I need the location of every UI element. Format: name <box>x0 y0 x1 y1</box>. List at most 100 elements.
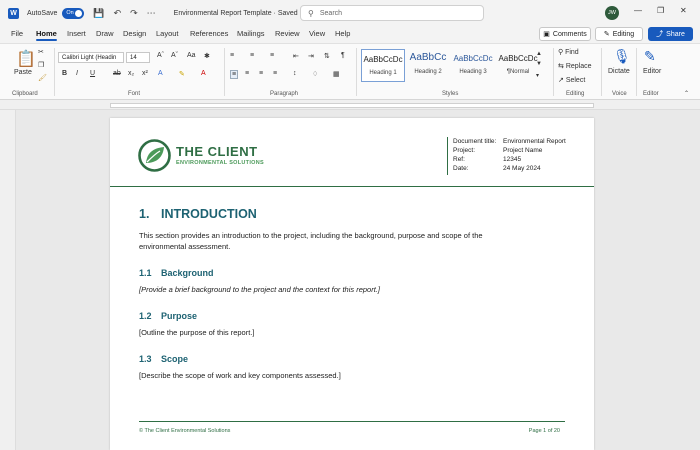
share-button[interactable]: ⤴ Share <box>648 27 693 41</box>
background-paragraph[interactable]: [Provide a brief background to the proje… <box>139 284 380 295</box>
search-input[interactable]: ⚲ Search <box>300 5 484 21</box>
justify-icon[interactable]: ≡ <box>273 70 277 77</box>
group-label-styles: Styles <box>442 91 459 97</box>
grow-font-icon[interactable]: Aˆ <box>157 52 164 59</box>
tab-help[interactable]: Help <box>335 29 350 38</box>
scope-paragraph[interactable]: [Describe the scope of work and key comp… <box>139 370 341 381</box>
shrink-font-icon[interactable]: Aˇ <box>171 52 178 59</box>
align-right-icon[interactable]: ≡ <box>259 70 263 77</box>
divider <box>636 48 637 96</box>
paste-icon[interactable]: 📋 <box>16 49 36 69</box>
borders-icon[interactable]: ▦ <box>333 70 340 78</box>
multilevel-list-icon[interactable]: ≡ <box>270 52 274 59</box>
tab-view[interactable]: View <box>309 29 325 38</box>
divider <box>224 48 225 96</box>
tab-mailings[interactable]: Mailings <box>237 29 265 38</box>
show-formatting-icon[interactable]: ¶ <box>341 52 345 59</box>
text-effects-icon[interactable]: A <box>158 70 163 77</box>
subscript-icon[interactable]: x₂ <box>128 70 134 77</box>
editing-mode-button[interactable]: ✎ Editing <box>595 27 643 41</box>
change-case-icon[interactable]: Aa <box>187 52 196 59</box>
font-size-select[interactable]: 14 <box>126 52 150 63</box>
select-button[interactable]: ↗ Select <box>558 76 585 84</box>
format-painter-icon[interactable]: 🖌 <box>38 74 47 82</box>
style-name: Heading 1 <box>369 70 397 76</box>
style-heading-1[interactable]: AaBbCcDc Heading 1 <box>361 49 405 82</box>
style-normal[interactable]: AaBbCcDc ¶Normal <box>496 49 540 82</box>
heading-purpose[interactable]: 1.2 Purpose <box>139 311 197 321</box>
editor-icon[interactable]: ✎ <box>644 48 656 65</box>
heading-background[interactable]: 1.1 Background <box>139 268 214 278</box>
find-button[interactable]: ⚲ Find <box>558 48 579 56</box>
editor-label[interactable]: Editor <box>643 68 661 75</box>
group-label-font: Font <box>128 91 141 97</box>
close-icon[interactable]: ✕ <box>680 6 687 15</box>
shading-icon[interactable]: ♢ <box>312 70 318 78</box>
bullets-icon[interactable]: ≡ <box>230 52 234 59</box>
tab-draw[interactable]: Draw <box>96 29 114 38</box>
find-label: Find <box>565 49 579 56</box>
share-icon: ⤴ <box>656 31 664 38</box>
document-page[interactable]: THE CLIENT ENVIRONMENTAL SOLUTIONS Docum… <box>110 118 594 450</box>
style-heading-2[interactable]: AaBbCc Heading 2 <box>406 49 450 82</box>
underline-icon[interactable]: U <box>90 70 95 77</box>
strikethrough-icon[interactable]: ab <box>113 70 121 77</box>
align-left-icon[interactable]: ≡ <box>230 70 239 79</box>
styles-scroll-down-icon[interactable]: ▼ <box>536 61 542 67</box>
tab-references[interactable]: References <box>190 29 228 38</box>
comments-button[interactable]: ▣ Comments <box>539 27 591 41</box>
tab-home[interactable]: Home <box>36 29 57 41</box>
restore-icon[interactable]: ❐ <box>657 6 664 15</box>
heading-text: Background <box>161 268 214 278</box>
superscript-icon[interactable]: x² <box>142 70 148 77</box>
redo-icon[interactable]: ↷ <box>130 8 138 19</box>
tab-layout[interactable]: Layout <box>156 29 179 38</box>
cut-icon[interactable]: ✂ <box>38 48 44 56</box>
select-icon: ↗ <box>558 77 566 84</box>
font-name-value: Calibri Light (Headin <box>62 54 117 61</box>
autosave-toggle[interactable]: On <box>62 7 85 19</box>
font-size-value: 14 <box>130 54 137 61</box>
microphone-icon[interactable]: 🎙 <box>613 48 631 65</box>
save-icon[interactable]: 💾 <box>93 8 104 19</box>
style-heading-3[interactable]: AaBbCcDc Heading 3 <box>451 49 495 82</box>
footer-rule <box>139 421 565 422</box>
heading-1[interactable]: 1. INTRODUCTION <box>139 207 257 221</box>
decrease-indent-icon[interactable]: ⇤ <box>293 52 299 60</box>
tab-file[interactable]: File <box>11 29 23 38</box>
replace-button[interactable]: ⇆ Replace <box>558 62 592 70</box>
ribbon: 📋 Paste ✂ ❐ 🖌 Clipboard Calibri Light (H… <box>0 43 700 100</box>
bold-icon[interactable]: B <box>62 70 67 77</box>
clear-formatting-icon[interactable]: ✱ <box>204 52 210 60</box>
dictate-label[interactable]: Dictate <box>608 68 630 75</box>
increase-indent-icon[interactable]: ⇥ <box>308 52 314 60</box>
avatar[interactable]: JW <box>605 6 619 20</box>
document-title[interactable]: Environmental Report Template · Saved <box>174 10 298 17</box>
styles-more-icon[interactable]: ▾ <box>536 72 539 79</box>
font-color-icon[interactable]: A <box>201 70 206 77</box>
meta-row: Document title: Environmental Report <box>453 138 566 145</box>
more-commands-icon[interactable]: ⋯ <box>147 8 156 19</box>
minimize-icon[interactable]: — <box>634 6 642 15</box>
horizontal-ruler[interactable] <box>0 100 700 110</box>
undo-icon[interactable]: ↶ <box>114 8 122 19</box>
collapse-ribbon-icon[interactable]: ⌃ <box>684 90 689 97</box>
italic-icon[interactable]: I <box>76 70 78 77</box>
line-spacing-icon[interactable]: ↕ <box>293 70 297 77</box>
style-name: ¶Normal <box>506 69 530 75</box>
copy-icon[interactable]: ❐ <box>38 61 44 69</box>
highlight-icon[interactable]: ✎ <box>179 70 185 78</box>
tab-review[interactable]: Review <box>275 29 300 38</box>
styles-scroll-up-icon[interactable]: ▲ <box>536 51 542 57</box>
intro-paragraph[interactable]: This section provides an introduction to… <box>139 230 483 252</box>
tab-design[interactable]: Design <box>123 29 146 38</box>
font-name-select[interactable]: Calibri Light (Headin <box>58 52 124 63</box>
numbering-icon[interactable]: ≡ <box>250 52 254 59</box>
paste-label[interactable]: Paste <box>14 69 32 76</box>
tab-insert[interactable]: Insert <box>67 29 86 38</box>
sort-icon[interactable]: ⇅ <box>324 52 330 60</box>
purpose-paragraph[interactable]: [Outline the purpose of this report.] <box>139 327 254 338</box>
align-center-icon[interactable]: ≡ <box>245 70 249 77</box>
heading-scope[interactable]: 1.3 Scope <box>139 354 188 364</box>
footer-copyright: © The Client Environmental Solutions <box>139 428 231 434</box>
